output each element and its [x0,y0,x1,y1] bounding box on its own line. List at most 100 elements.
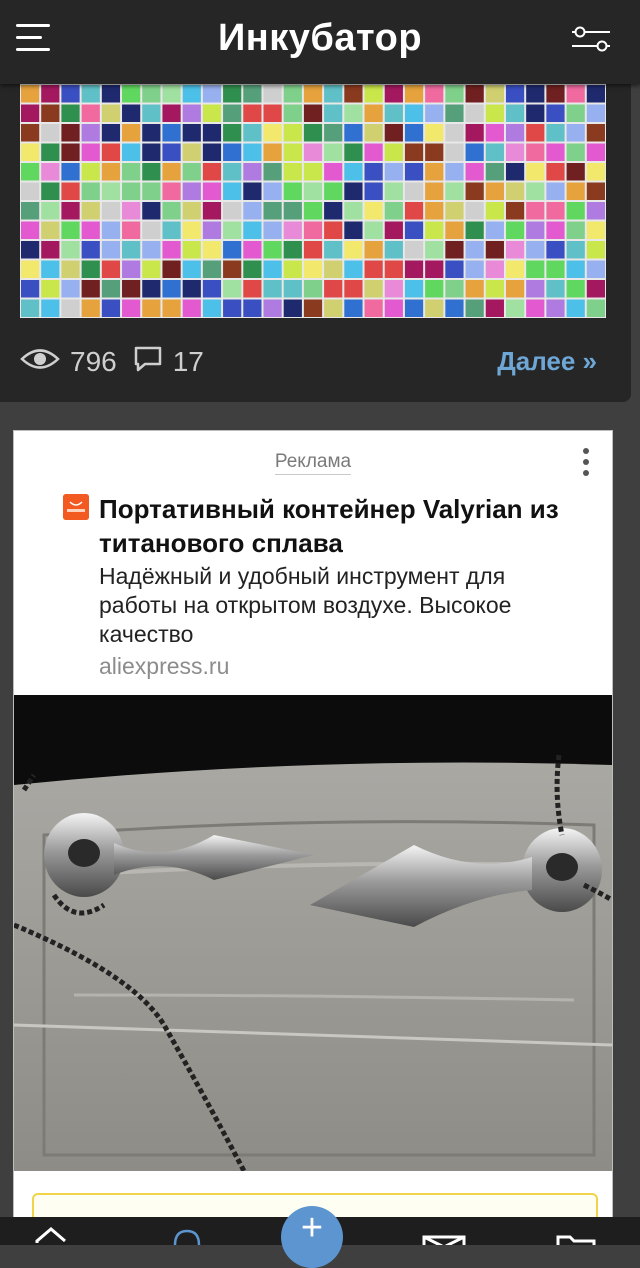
mosaic-tile [566,221,585,239]
mosaic-tile [566,85,585,103]
mosaic-tile [303,299,323,317]
mosaic-tile [101,299,121,317]
mosaic-tile [283,163,302,181]
mosaic-tile [445,143,464,161]
mosaic-tile [546,241,565,259]
mosaic-tile [445,299,464,317]
mosaic-tile [526,85,545,103]
mosaic-tile [182,260,201,278]
mosaic-tile [526,143,545,161]
mosaic-tile [263,202,282,220]
home-icon[interactable] [33,1217,69,1245]
mosaic-tile [505,202,525,220]
mosaic-tile [21,124,40,142]
mosaic-tile [566,143,585,161]
mosaic-tile [223,280,242,298]
mosaic-tile [223,163,242,181]
mosaic-tile [425,143,444,161]
mosaic-tile [81,221,100,239]
mosaic-tile [445,104,464,122]
mosaic-tile [526,280,545,298]
mosaic-tile [586,241,605,259]
mosaic-tile [61,85,80,103]
mosaic-tile [142,299,161,317]
mosaic-tile [505,124,525,142]
mosaic-tile [182,104,201,122]
read-more-link[interactable]: Далее » [497,346,597,377]
mosaic-tile [303,280,323,298]
mosaic-tile [324,260,343,278]
mosaic-tile [445,85,464,103]
mosaic-tile [61,299,80,317]
mosaic-tile [41,104,60,122]
mosaic-tile [263,85,282,103]
mosaic-tile [344,182,363,200]
ad-title[interactable]: Портативный контейнер Valyrian из титано… [99,492,599,560]
mosaic-tile [162,241,181,259]
mosaic-tile [223,143,242,161]
mosaic-tile [546,299,565,317]
mosaic-tile [425,182,444,200]
mosaic-tile [263,104,282,122]
mosaic-tile [283,143,302,161]
mosaic-tile [384,163,403,181]
more-options-icon[interactable] [582,448,590,480]
mosaic-tile [485,104,504,122]
mosaic-tile [101,104,121,122]
mosaic-tile [41,241,60,259]
mosaic-tile [283,280,302,298]
mosaic-tile [384,280,403,298]
mosaic-tile [182,280,201,298]
mosaic-tile [142,104,161,122]
post-card[interactable]: 796 17 Далее » [0,84,631,402]
bell-icon[interactable] [172,1217,202,1246]
mosaic-tile [465,124,484,142]
mosaic-tile [243,143,262,161]
mosaic-tile [283,85,302,103]
ad-card[interactable]: Реклама Портативный контейнер Valyrian и… [13,430,613,1232]
mosaic-tile [162,299,181,317]
mosaic-tile [142,260,161,278]
ad-product-image[interactable] [14,695,612,1173]
add-icon: + [300,1207,324,1249]
mosaic-tile [546,85,565,103]
mosaic-tile [263,221,282,239]
filter-sliders-icon[interactable] [570,24,612,54]
ad-domain[interactable]: aliexpress.ru [99,653,229,680]
comment-icon[interactable] [133,345,163,380]
mosaic-tile [41,202,60,220]
mosaic-tile [243,182,262,200]
mosaic-tile [404,104,424,122]
mosaic-tile [101,241,121,259]
mosaic-tile [505,299,525,317]
mosaic-tile [526,104,545,122]
mosaic-tile [202,163,222,181]
mosaic-tile [526,124,545,142]
mosaic-tile [303,85,323,103]
mosaic-tile [202,299,222,317]
mosaic-tile [445,260,464,278]
mosaic-tile [202,260,222,278]
mosaic-tile [546,280,565,298]
mosaic-tile [162,202,181,220]
mosaic-tile [303,143,323,161]
mosaic-tile [526,202,545,220]
mosaic-tile [586,143,605,161]
mosaic-tile [223,85,242,103]
mail-icon[interactable] [422,1217,466,1253]
mosaic-tile [81,280,100,298]
post-image-color-grid[interactable] [20,84,606,318]
folder-icon[interactable] [556,1217,596,1245]
mosaic-tile [101,163,121,181]
mosaic-tile [546,182,565,200]
mosaic-tile [81,143,100,161]
mosaic-tile [101,280,121,298]
hamburger-menu-icon[interactable] [16,24,50,52]
mosaic-tile [182,241,201,259]
mosaic-tile [425,104,444,122]
mosaic-tile [425,280,444,298]
mosaic-tile [263,124,282,142]
mosaic-tile [162,260,181,278]
add-post-button[interactable]: + [281,1206,343,1268]
mosaic-tile [425,163,444,181]
